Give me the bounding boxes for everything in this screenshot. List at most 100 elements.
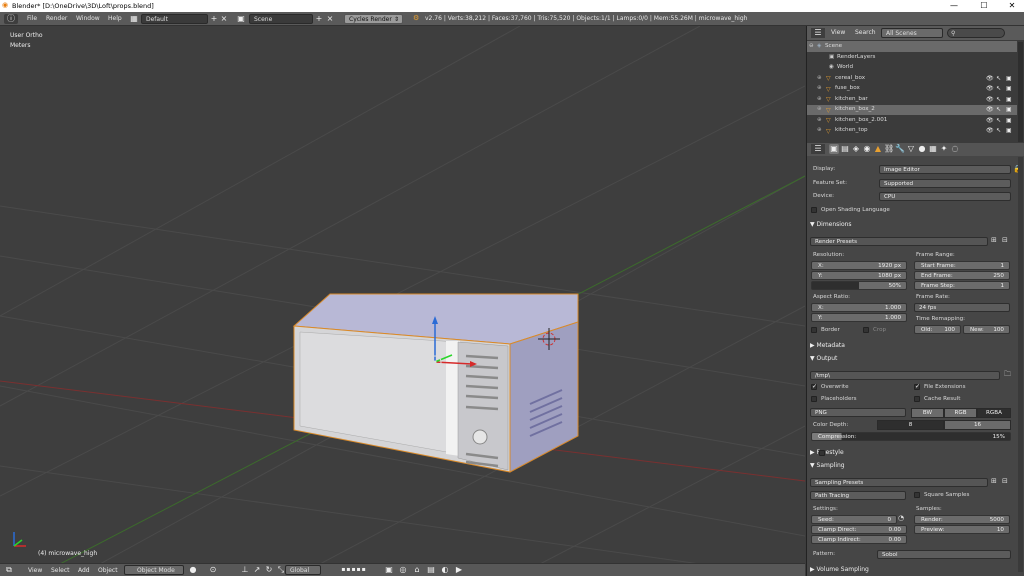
freestyle-panel-header[interactable]: ▶ Freestyle [810, 450, 844, 456]
square-samples-checkbox[interactable] [914, 492, 920, 498]
physics-tab-icon[interactable]: ◌ [950, 144, 960, 154]
cache-result-checkbox[interactable] [914, 396, 920, 402]
render-icon[interactable]: ◐ [440, 565, 450, 575]
menu-file[interactable]: File [27, 16, 37, 22]
menu-window[interactable]: Window [76, 16, 100, 22]
folder-icon[interactable]: 🗀 [1004, 370, 1011, 381]
opengl-render-icon[interactable]: ▶ [454, 565, 464, 575]
preset-add-icon[interactable]: ⊞ [991, 477, 997, 485]
resolution-x-field[interactable]: X: 1920 px [811, 261, 907, 270]
texture-tab-icon[interactable]: ▦ [928, 144, 938, 154]
particles-tab-icon[interactable]: ✦ [939, 144, 949, 154]
frame-step-field[interactable]: Frame Step: 1 [914, 281, 1010, 290]
remove-screen-icon[interactable]: × [219, 14, 229, 24]
preset-add-icon[interactable]: ⊞ [991, 236, 997, 244]
clamp-direct-field[interactable]: Clamp Direct: 0.00 [811, 525, 907, 534]
aspect-x-field[interactable]: X: 1.000 [811, 303, 907, 312]
menu-select[interactable]: Select [51, 568, 70, 574]
3d-viewport[interactable]: User Ortho Meters (4) microwave_high [0, 26, 805, 564]
editor-type-icon[interactable]: ☰ [811, 28, 825, 38]
animated-seed-icon[interactable]: ◔ [898, 514, 904, 522]
osl-checkbox[interactable] [811, 207, 817, 213]
outliner-row-object-selected[interactable]: ⊕ ▽ kitchen_box_2 👁 ↖ ▣ [807, 104, 1017, 115]
time-remap-new-field[interactable]: New: 100 [963, 325, 1010, 334]
rgba-toggle[interactable]: RGBA [977, 408, 1011, 418]
orientation-dropdown[interactable]: Global [285, 565, 321, 575]
volume-sampling-panel-header[interactable]: ▶ Volume Sampling [810, 567, 869, 573]
depth-16-toggle[interactable]: 16 [944, 420, 1011, 430]
aspect-y-field[interactable]: Y: 1.000 [811, 313, 907, 322]
overwrite-checkbox[interactable] [811, 383, 817, 390]
border-checkbox[interactable] [811, 327, 817, 333]
outliner-row-object[interactable]: ⊕ ▽ kitchen_bar 👁 ↖ ▣ [807, 94, 1017, 105]
sampling-presets-dropdown[interactable]: Sampling Presets [810, 478, 988, 487]
remove-scene-icon[interactable]: × [325, 14, 335, 24]
close-button[interactable]: ✕ [998, 0, 1024, 12]
menu-view[interactable]: View [831, 30, 845, 36]
render-presets-dropdown[interactable]: Render Presets [810, 237, 988, 246]
display-dropdown[interactable]: Image Editor [879, 165, 1011, 174]
world-tab-icon[interactable]: ◉ [862, 144, 872, 154]
rgb-toggle[interactable]: RGB [944, 408, 977, 418]
display-filter-dropdown[interactable]: All Scenes [881, 28, 943, 38]
bw-toggle[interactable]: BW [911, 408, 944, 418]
compression-slider[interactable]: Compression: 15% [811, 432, 1011, 441]
snap-icon[interactable]: ⌂ [412, 565, 422, 575]
sampling-panel-header[interactable]: ▼ Sampling [810, 463, 845, 469]
output-panel-header[interactable]: ▼ Output [810, 356, 837, 362]
modifiers-tab-icon[interactable]: 🔧 [895, 144, 905, 154]
menu-view[interactable]: View [28, 568, 42, 574]
outliner-scrollbar[interactable] [1018, 42, 1023, 142]
mode-dropdown[interactable]: Object Mode [124, 565, 184, 575]
outliner-row-scene[interactable]: ⊖ ◈ Scene [807, 41, 1017, 52]
snap-target-icon[interactable]: ▤ [426, 565, 436, 575]
pattern-dropdown[interactable]: Sobol [877, 550, 1011, 559]
render-tab-icon[interactable]: ▣ [829, 144, 839, 154]
device-dropdown[interactable]: CPU [879, 192, 1011, 201]
pivot-point-icon[interactable]: ⊙ [208, 565, 218, 575]
scene-field[interactable]: Scene [249, 14, 313, 24]
editor-type-icon[interactable]: ⧉ [4, 565, 14, 575]
viewport-shading-icon[interactable]: ● [188, 565, 198, 575]
lock-icon[interactable]: ▣ [384, 565, 394, 575]
proportional-edit-icon[interactable]: ◎ [398, 565, 408, 575]
menu-add[interactable]: Add [78, 568, 90, 574]
properties-scrollbar[interactable] [1018, 157, 1023, 572]
constraints-tab-icon[interactable]: ⛓ [884, 144, 894, 154]
frame-rate-dropdown[interactable]: 24 fps [914, 303, 1010, 312]
outliner-search-input[interactable]: ⚲ [947, 28, 1005, 38]
clamp-indirect-field[interactable]: Clamp Indirect: 0.00 [811, 535, 907, 544]
preset-remove-icon[interactable]: ⊟ [1002, 477, 1008, 485]
editor-type-icon[interactable]: ☰ [811, 144, 825, 154]
freestyle-checkbox[interactable] [819, 450, 825, 456]
editor-type-icon[interactable]: ⓘ [4, 14, 18, 24]
scene-tab-icon[interactable]: ◈ [851, 144, 861, 154]
outliner-row-object[interactable]: ⊕ ▽ kitchen_box_2.001 👁 ↖ ▣ [807, 115, 1017, 126]
screen-layout-icon[interactable]: ▦ [129, 14, 139, 24]
output-path-field[interactable]: /tmp\ [810, 371, 1000, 380]
preview-samples-field[interactable]: Preview: 10 [914, 525, 1010, 534]
time-remap-old-field[interactable]: Old: 100 [914, 325, 961, 334]
feature-set-dropdown[interactable]: Supported [879, 179, 1011, 188]
translate-icon[interactable]: ↗ [252, 565, 262, 575]
renderlayers-tab-icon[interactable]: ▤ [840, 144, 850, 154]
material-tab-icon[interactable]: ● [917, 144, 927, 154]
manipulator-icon[interactable]: ⊥ [240, 565, 250, 575]
outliner-row-object[interactable]: ⊕ ▽ fuse_box 👁 ↖ ▣ [807, 84, 1017, 95]
outliner-row-renderlayers[interactable]: ▣ RenderLayers [807, 52, 1017, 63]
maximize-button[interactable]: ☐ [970, 0, 998, 12]
file-format-dropdown[interactable]: PNG [810, 408, 906, 417]
file-extensions-checkbox[interactable] [914, 383, 920, 390]
depth-8-toggle[interactable]: 8 [877, 420, 944, 430]
rotate-icon[interactable]: ↻ [264, 565, 274, 575]
seed-field[interactable]: Seed: 0 [811, 515, 897, 524]
screen-layout-field[interactable]: Default [141, 14, 208, 24]
menu-search[interactable]: Search [855, 30, 876, 36]
add-screen-icon[interactable]: + [209, 14, 219, 24]
outliner-row-object[interactable]: ⊕ ▽ kitchen_top 👁 ↖ ▣ [807, 126, 1017, 137]
minimize-button[interactable]: — [940, 0, 968, 12]
resolution-y-field[interactable]: Y: 1080 px [811, 271, 907, 280]
start-frame-field[interactable]: Start Frame: 1 [914, 261, 1010, 270]
menu-object[interactable]: Object [98, 568, 118, 574]
add-scene-icon[interactable]: + [314, 14, 324, 24]
